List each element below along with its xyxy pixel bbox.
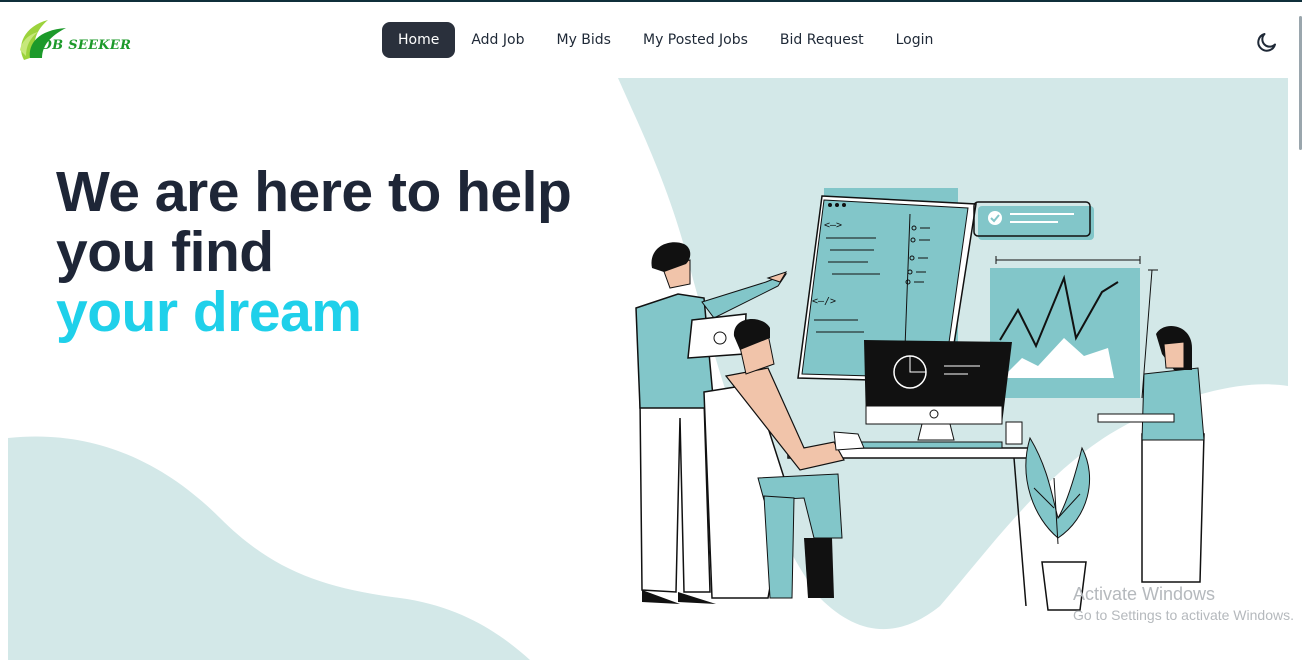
brand-logo[interactable]: JOB SEEKER bbox=[14, 16, 154, 66]
growth-chart-illustration bbox=[990, 256, 1158, 399]
svg-text:<—/>: <—/> bbox=[812, 296, 836, 307]
windows-activation-watermark: Activate Windows Go to Settings to activ… bbox=[1073, 584, 1294, 624]
nav-add-job[interactable]: Add Job bbox=[455, 22, 540, 58]
logo-text: JOB SEEKER bbox=[34, 38, 132, 53]
nav-bid-request[interactable]: Bid Request bbox=[764, 22, 880, 58]
hero-headline: We are here to help you find your dream bbox=[56, 162, 636, 342]
watermark-subtitle: Go to Settings to activate Windows. bbox=[1073, 607, 1294, 623]
checkmark-card-illustration bbox=[973, 201, 1094, 240]
watermark-title: Activate Windows bbox=[1073, 584, 1216, 604]
hero-illustration: <—> <—/> bbox=[635, 188, 1205, 611]
nav-home[interactable]: Home bbox=[382, 22, 456, 58]
headline-line-1: We are here to help bbox=[56, 160, 572, 224]
bottom-left-background-blob bbox=[8, 436, 530, 660]
moon-icon[interactable] bbox=[1255, 30, 1279, 54]
nav-my-posted-jobs[interactable]: My Posted Jobs bbox=[627, 22, 764, 58]
navbar: JOB SEEKER Home Add Job My Bids My Poste… bbox=[0, 2, 1302, 78]
nav-my-bids[interactable]: My Bids bbox=[540, 22, 627, 58]
headline-line-2: you find bbox=[56, 220, 274, 284]
nav-login[interactable]: Login bbox=[880, 22, 950, 58]
headline-accent: your dream bbox=[56, 280, 362, 344]
svg-text:<—>: <—> bbox=[824, 220, 842, 231]
main-nav: Home Add Job My Bids My Posted Jobs Bid … bbox=[382, 22, 949, 58]
